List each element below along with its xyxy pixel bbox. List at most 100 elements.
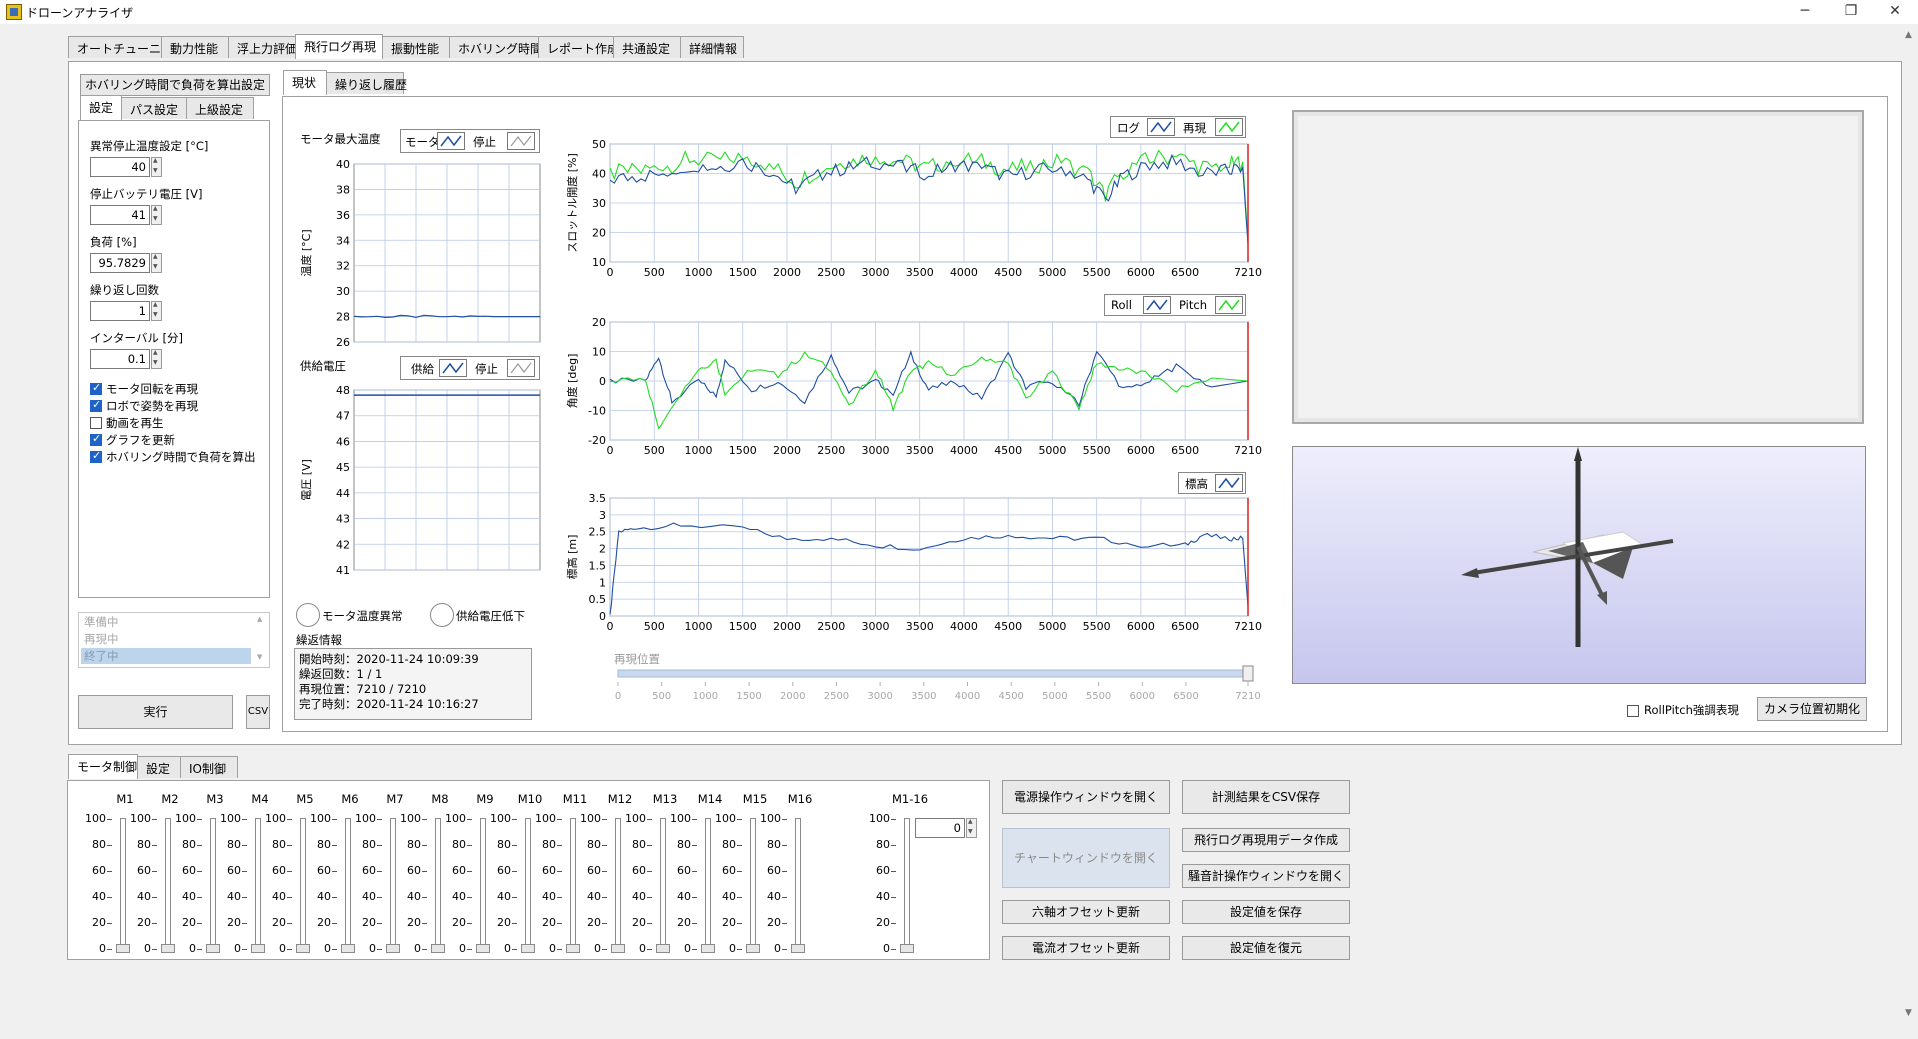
motor-all-spinner[interactable] bbox=[966, 818, 977, 838]
field-spinner-0[interactable] bbox=[151, 157, 162, 177]
motor-all-value[interactable]: 0 bbox=[915, 818, 965, 838]
main-tab-7[interactable]: 共通設定 bbox=[613, 36, 681, 58]
left-tab-2[interactable]: 上級設定 bbox=[186, 97, 254, 119]
motor-8-tick-3: 40 bbox=[407, 890, 421, 903]
motor-2-tick-5: 0 bbox=[144, 942, 151, 955]
field-spinner-4[interactable] bbox=[151, 349, 162, 369]
status-item-0[interactable]: 準備中 bbox=[81, 614, 251, 630]
bottom-tab-0[interactable]: モータ制御 bbox=[68, 754, 138, 779]
motor-15-tickmark-5 bbox=[737, 949, 742, 950]
alt-xtick-9: 4500 bbox=[994, 620, 1022, 633]
main-tab-0[interactable]: オートチューニング bbox=[68, 36, 185, 58]
field-spinner-3[interactable] bbox=[151, 301, 162, 321]
alt-ytick-0: 3.5 bbox=[589, 494, 607, 505]
motor-2-tickmark-0 bbox=[152, 819, 157, 820]
drone-3d-view[interactable] bbox=[1292, 446, 1866, 684]
playback-track[interactable] bbox=[617, 669, 1249, 678]
motor-14-label: M14 bbox=[697, 792, 723, 806]
checkbox-1[interactable] bbox=[90, 398, 102, 412]
motor-15-tickmark-3 bbox=[737, 897, 742, 898]
motor-7-tick-3: 40 bbox=[362, 890, 376, 903]
main-tab-1[interactable]: 動力性能 bbox=[161, 36, 229, 58]
scroll-down-icon[interactable]: ▼ bbox=[1905, 1008, 1912, 1018]
checkbox-3[interactable] bbox=[90, 432, 102, 446]
checkbox-0[interactable] bbox=[90, 381, 102, 395]
save-csv-button[interactable]: 計測結果をCSV保存 bbox=[1182, 780, 1350, 814]
motor-14-tick-4: 20 bbox=[677, 916, 691, 929]
motor-12-tickmark-2 bbox=[602, 871, 607, 872]
motor-16-slider-thumb[interactable] bbox=[791, 944, 805, 953]
alt-ytick-2: 2.5 bbox=[589, 526, 607, 539]
main-tab-2[interactable]: 浮上力評価 bbox=[228, 36, 297, 58]
sub-tab-0[interactable]: 現状 bbox=[283, 70, 327, 95]
csv-button[interactable]: CSV bbox=[246, 695, 270, 729]
field-spinner-2[interactable] bbox=[151, 253, 162, 273]
field-input-1[interactable]: 41 bbox=[90, 205, 150, 225]
restore-button[interactable]: ❐ bbox=[1828, 0, 1874, 24]
field-input-2[interactable]: 95.7829 bbox=[90, 253, 150, 273]
main-tab-8[interactable]: 詳細情報 bbox=[680, 36, 744, 58]
volt-ytick-2: 46 bbox=[336, 435, 350, 448]
status-scroll-up-icon[interactable]: ▲ bbox=[257, 615, 262, 623]
rollpitch-checkbox[interactable] bbox=[1627, 705, 1639, 717]
field-input-4[interactable]: 0.1 bbox=[90, 349, 150, 369]
status-scroll-down-icon[interactable]: ▼ bbox=[257, 653, 262, 661]
close-button[interactable]: ✕ bbox=[1872, 0, 1918, 24]
open-power-window-button[interactable]: 電源操作ウィンドウを開く bbox=[1002, 780, 1170, 814]
motor-10-tick-0: 100 bbox=[490, 812, 511, 825]
motor-8-tickmark-0 bbox=[422, 819, 427, 820]
playback-slider[interactable]: 0 500 1000 1500 2000 2500 3000 3500 4000 4500 5000… bbox=[604, 664, 1264, 710]
temp-ytick-1: 38 bbox=[336, 183, 350, 196]
motor-15-tickmark-1 bbox=[737, 845, 742, 846]
field-input-0[interactable]: 40 bbox=[90, 157, 150, 177]
left-tab-0[interactable]: 設定 bbox=[80, 95, 122, 120]
legend-log-swatch bbox=[1147, 118, 1175, 136]
save-settings-button[interactable]: 設定値を保存 bbox=[1182, 900, 1350, 924]
motor-all-slider-thumb[interactable] bbox=[900, 944, 914, 953]
scroll-up-icon[interactable]: ▲ bbox=[1905, 30, 1912, 40]
main-tab-6[interactable]: レポート作成 bbox=[538, 36, 619, 58]
angle-xtick-6: 3000 bbox=[861, 444, 889, 457]
status-item-2[interactable]: 終了中 bbox=[81, 648, 251, 664]
field-spinner-1[interactable] bbox=[151, 205, 162, 225]
motor-all-slider-track[interactable] bbox=[904, 818, 910, 952]
alt-xtick-0: 0 bbox=[607, 620, 614, 633]
open-chart-window-button[interactable]: チャートウィンドウを開く bbox=[1002, 828, 1170, 888]
bottom-tab-2[interactable]: IO制御 bbox=[180, 756, 238, 778]
temp-ytick-3: 34 bbox=[336, 234, 350, 247]
playback-thumb[interactable] bbox=[1242, 665, 1254, 682]
throttle-ytick-2: 30 bbox=[592, 197, 606, 210]
motor-15-tick-2: 60 bbox=[722, 864, 736, 877]
settings-header[interactable]: ホバリング時間で負荷を算出設定 bbox=[80, 74, 270, 96]
motor-8-tickmark-5 bbox=[422, 949, 427, 950]
legend-volt-stop-swatch bbox=[507, 359, 535, 377]
left-tab-1[interactable]: パス設定 bbox=[121, 97, 187, 119]
status-item-1[interactable]: 再現中 bbox=[81, 631, 251, 647]
motor-6-tick-0: 100 bbox=[310, 812, 331, 825]
flight-log-data-button[interactable]: 飛行ログ再現用データ作成 bbox=[1182, 828, 1350, 852]
motor-3-tick-3: 40 bbox=[182, 890, 196, 903]
bottom-tab-1[interactable]: 設定 bbox=[137, 756, 181, 778]
run-button[interactable]: 実行 bbox=[78, 695, 233, 729]
sub-tab-1[interactable]: 繰り返し履歴 bbox=[326, 72, 407, 94]
motor-14-tickmark-1 bbox=[692, 845, 697, 846]
minimize-button[interactable]: ─ bbox=[1782, 0, 1828, 24]
motor-16-slider-track[interactable] bbox=[795, 818, 801, 952]
current-offset-button[interactable]: 電流オフセット更新 bbox=[1002, 936, 1170, 960]
main-tab-3[interactable]: 飛行ログ再現 bbox=[295, 34, 383, 59]
motor-2-tick-1: 80 bbox=[137, 838, 151, 851]
angle-xtick-5: 2500 bbox=[817, 444, 845, 457]
open-noise-window-button[interactable]: 騒音計操作ウィンドウを開く bbox=[1182, 864, 1350, 888]
motor-16-tick-0: 100 bbox=[760, 812, 781, 825]
motor-all-tickmark-5 bbox=[891, 949, 896, 950]
throttle-xtick-7: 3500 bbox=[906, 266, 934, 279]
checkbox-4[interactable] bbox=[90, 449, 102, 463]
motor-1-tickmark-3 bbox=[107, 897, 112, 898]
checkbox-2[interactable] bbox=[90, 417, 102, 429]
restore-settings-button[interactable]: 設定値を復元 bbox=[1182, 936, 1350, 960]
camera-reset-button[interactable]: カメラ位置初期化 bbox=[1757, 697, 1867, 721]
field-input-3[interactable]: 1 bbox=[90, 301, 150, 321]
main-tab-5[interactable]: ホバリング時間 bbox=[449, 36, 542, 58]
main-tab-4[interactable]: 振動性能 bbox=[382, 36, 450, 58]
six-axis-offset-button[interactable]: 六軸オフセット更新 bbox=[1002, 900, 1170, 924]
